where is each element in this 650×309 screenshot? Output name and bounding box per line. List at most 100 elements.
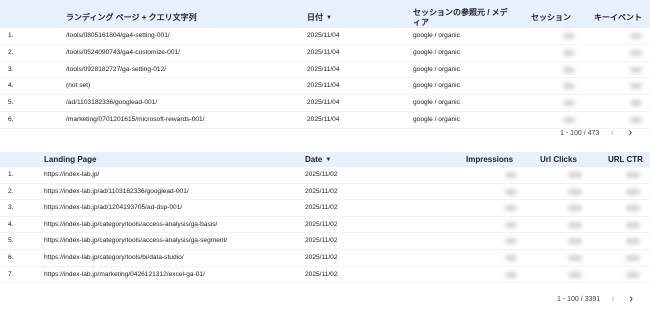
cell-impressions-redacted <box>505 205 517 212</box>
column-header-date[interactable]: 日付 ▼ <box>307 13 332 23</box>
table-row[interactable]: 1. /tools/0805161804/ga4-setting-001/2025… <box>0 28 650 45</box>
cell-impressions-redacted <box>505 172 517 178</box>
table-row[interactable]: 1. https://index-lab.jp/2025/11/02 <box>0 167 650 184</box>
cell-impressions-redacted <box>505 271 517 278</box>
pagination-range: 1 - 100 / 3391 <box>557 295 601 303</box>
cell-url-ctr-redacted <box>626 188 640 195</box>
cell-impressions-redacted <box>505 254 517 261</box>
cell-url-ctr-redacted <box>626 238 640 245</box>
cell-date: 2025/11/02 <box>305 253 338 261</box>
column-header-source-medium[interactable]: セッションの参照元 / メディア <box>413 8 513 28</box>
row-number: 1. <box>8 171 14 178</box>
cell-impressions-redacted <box>505 238 517 245</box>
cell-date: 2025/11/02 <box>305 204 338 212</box>
cell-landing-page: https://index-lab.jp/category/tools/acce… <box>44 220 218 228</box>
row-number: 1. <box>8 32 14 39</box>
table-row[interactable]: 3. /tools/0928182727/ga-setting-012/2025/… <box>0 62 650 79</box>
cell-sessions-redacted <box>563 66 575 73</box>
table-row[interactable]: 3. https://index-lab.jp/ad/1204193705/ad-… <box>0 200 650 217</box>
table-body: 1. https://index-lab.jp/2025/11/02 2. https… <box>0 167 650 284</box>
cell-landing-page: /marketing/0701201615/microsoft-rewards-… <box>66 115 205 123</box>
table-row[interactable]: 5. https://index-lab.jp/category/tools/ac… <box>0 233 650 250</box>
row-number: 3. <box>8 65 14 73</box>
table-row[interactable]: 6. /marketing/0701201615/microsoft-reward… <box>0 112 650 129</box>
cell-url-ctr-redacted <box>626 254 640 261</box>
cell-url-ctr-redacted <box>626 205 640 212</box>
cell-landing-page: https://index-lab.jp/ad/1204193705/ad-ds… <box>44 204 183 212</box>
chevron-right-icon[interactable]: › <box>625 127 635 139</box>
cell-url-clicks-redacted <box>568 271 582 278</box>
row-number: 6. <box>8 253 14 261</box>
cell-landing-page: https://index-lab.jp/category/tools/bi/d… <box>44 253 184 261</box>
cell-key-events-redacted <box>630 100 642 107</box>
cell-sessions-redacted <box>563 49 575 56</box>
cell-landing-page: https://index-lab.jp/ <box>44 171 100 178</box>
table-row[interactable]: 4. (not set) 2025/11/04 google / organic <box>0 78 650 96</box>
table-landing-page-search: Landing Page Date ▼ Impressions Url Click… <box>0 152 650 289</box>
cell-sessions-redacted <box>563 116 575 123</box>
cell-url-ctr-redacted <box>626 221 640 228</box>
row-number: 6. <box>8 115 14 123</box>
cell-landing-page: https://index-lab.jp/category/tools/acce… <box>44 237 228 245</box>
table-row[interactable]: 7. https://index-lab.jp/marketing/0426121… <box>0 267 650 284</box>
cell-landing-page: /tools/0805161804/ga4-setting-001/ <box>66 32 170 39</box>
column-header-sessions[interactable]: セッション <box>531 13 571 23</box>
table-row[interactable]: 5. /ad/1103182336/googlead-001/2025/11/04… <box>0 95 650 112</box>
table-row-partial <box>0 283 650 289</box>
cell-impressions-redacted <box>505 188 517 195</box>
cell-date: 2025/11/04 <box>307 82 340 90</box>
table-row[interactable]: 2. /tools/0524090743/ga4-customize-001/20… <box>0 45 650 62</box>
cell-source-medium: google / organic <box>413 99 460 107</box>
table-landing-page-query: ランディング ページ + クエリ文字列 日付 ▼ セッションの参照元 / メディア… <box>0 0 650 135</box>
cell-sessions-redacted <box>563 33 575 39</box>
chevron-right-icon[interactable]: › <box>626 293 636 305</box>
cell-landing-page: https://index-lab.jp/ad/1103182336/googl… <box>44 187 189 195</box>
row-number: 4. <box>8 82 14 90</box>
cell-impressions-redacted <box>505 221 517 228</box>
cell-sessions-redacted <box>563 100 575 107</box>
cell-source-medium: google / organic <box>413 32 460 39</box>
row-number: 5. <box>8 99 14 107</box>
table-row-partial <box>0 129 650 135</box>
table-row[interactable]: 6. https://index-lab.jp/category/tools/bi… <box>0 250 650 267</box>
pagination-range: 1 - 100 / 473 <box>560 129 600 137</box>
cell-date: 2025/11/02 <box>305 270 338 278</box>
cell-date: 2025/11/02 <box>305 237 338 245</box>
cell-date: 2025/11/04 <box>307 99 340 107</box>
column-header-url-clicks[interactable]: Url Clicks <box>540 155 577 165</box>
sort-descending-icon[interactable]: ▼ <box>325 157 331 163</box>
cell-url-clicks-redacted <box>568 221 582 228</box>
cell-date: 2025/11/04 <box>307 115 340 123</box>
cell-date: 2025/11/04 <box>307 32 340 39</box>
sort-descending-icon[interactable]: ▼ <box>326 15 332 21</box>
row-number: 2. <box>8 187 14 195</box>
pagination: 1 - 100 / 3391 ‹ › <box>557 293 636 305</box>
cell-url-clicks-redacted <box>568 238 582 245</box>
cell-date: 2025/11/04 <box>307 48 340 56</box>
cell-landing-page: /ad/1103182336/googlead-001/ <box>66 99 158 107</box>
row-number: 4. <box>8 220 14 228</box>
chevron-left-icon[interactable]: ‹ <box>607 127 617 139</box>
chevron-left-icon[interactable]: ‹ <box>608 293 618 305</box>
cell-date: 2025/11/02 <box>305 187 338 195</box>
table-row[interactable]: 4. https://index-lab.jp/category/tools/ac… <box>0 217 650 234</box>
column-header-impressions[interactable]: Impressions <box>466 155 513 165</box>
table-header: ランディング ページ + クエリ文字列 日付 ▼ セッションの参照元 / メディア… <box>0 0 650 28</box>
row-number: 2. <box>8 48 14 56</box>
cell-key-events-redacted <box>630 83 642 90</box>
table-row[interactable]: 2. https://index-lab.jp/ad/1103182336/goo… <box>0 184 650 201</box>
column-header-url-ctr[interactable]: URL CTR <box>608 155 643 165</box>
cell-url-ctr-redacted <box>626 172 640 178</box>
cell-sessions-redacted <box>563 83 575 90</box>
cell-date: 2025/11/02 <box>305 171 338 178</box>
table-body: 1. /tools/0805161804/ga4-setting-001/2025… <box>0 28 650 129</box>
cell-key-events-redacted <box>630 49 642 56</box>
column-header-date[interactable]: Date ▼ <box>305 155 331 165</box>
column-header-key-events[interactable]: キーイベント <box>594 13 642 23</box>
column-header-landing-page[interactable]: ランディング ページ + クエリ文字列 <box>66 13 197 23</box>
cell-landing-page: /tools/0928182727/ga-setting-012/ <box>66 65 167 73</box>
column-header-landing-page[interactable]: Landing Page <box>44 155 96 165</box>
cell-source-medium: google / organic <box>413 48 460 56</box>
cell-url-clicks-redacted <box>568 172 582 178</box>
row-number: 3. <box>8 204 14 212</box>
